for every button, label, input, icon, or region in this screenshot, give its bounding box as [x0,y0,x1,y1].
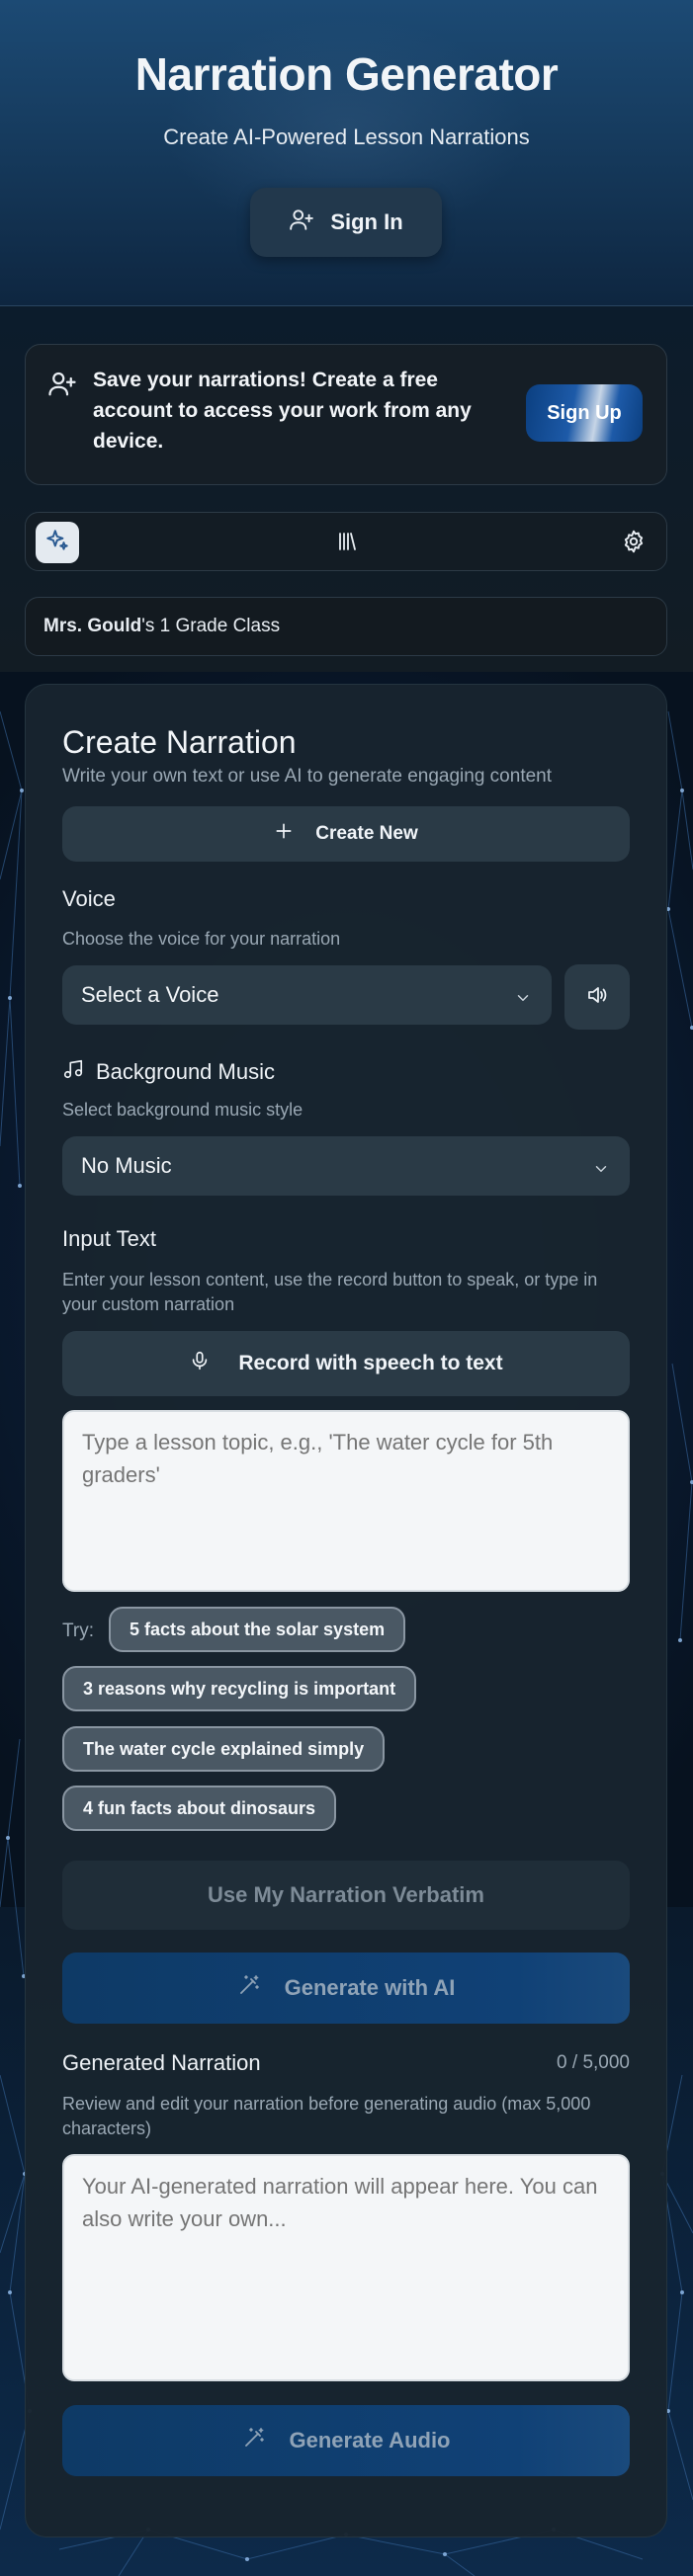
plus-icon [274,821,294,847]
generated-narration-input[interactable] [62,2154,630,2381]
try-label: Try: [62,1620,95,1641]
save-narrations-banner: Save your narrations! Create a free acco… [25,344,667,485]
preview-voice-button[interactable] [564,964,630,1030]
suggestion-chip[interactable]: The water cycle explained simply [62,1726,386,1772]
header-background [0,0,693,306]
magic-wand-icon [242,2426,266,2455]
chevron-down-icon [514,987,532,1013]
use-verbatim-button[interactable]: Use My Narration Verbatim [62,1861,630,1930]
generated-description: Review and edit your narration before ge… [62,2094,591,2138]
card-description: Write your own text or use AI to generat… [62,766,553,787]
sign-in-button[interactable]: Sign In [250,188,442,257]
microphone-icon [189,1350,211,1377]
suggestion-chip[interactable]: 4 fun facts about dinosaurs [62,1786,337,1831]
voice-label: Voice [62,886,116,911]
input-text-label: Input Text [62,1226,156,1251]
voice-description: Choose the voice for your narration [62,929,341,949]
create-new-button[interactable]: Create New [62,806,630,862]
input-text-description: Enter your lesson content, use the recor… [62,1270,598,1314]
sign-up-button[interactable]: Sign Up [526,384,643,442]
suggestion-chip[interactable]: 3 reasons why recycling is important [62,1666,417,1711]
music-select-value: No Music [81,1153,172,1178]
add-user-icon [289,207,314,238]
gear-icon [621,530,647,558]
banner-message: Save your narrations! Create a free acco… [93,365,498,457]
class-name: 's 1 Grade Class [141,616,281,636]
music-description: Select background music style [62,1100,303,1120]
magic-wand-icon [237,1973,261,2003]
character-count: 0 / 5,000 [557,2052,630,2073]
card-title: Create Narration [62,724,297,760]
chevron-down-icon [592,1158,610,1184]
voice-select[interactable]: Select a Voice [62,965,552,1025]
page: Narration Generator Create AI-Powered Le… [0,0,693,2576]
create-mode-button[interactable] [36,522,79,563]
sparkle-icon [44,528,70,558]
speaker-icon [585,983,609,1012]
add-user-icon [47,369,77,403]
lesson-topic-input[interactable] [62,1410,630,1592]
teacher-name: Mrs. Gould [43,616,142,636]
generate-ai-label: Generate with AI [284,1975,456,2000]
sign-in-label: Sign In [330,209,403,234]
generate-audio-button[interactable]: Generate Audio [62,2405,630,2476]
music-note-icon [62,1058,84,1086]
suggestion-chip[interactable]: 5 facts about the solar system [109,1607,406,1652]
music-select[interactable]: No Music [62,1136,630,1196]
generate-audio-label: Generate Audio [289,2428,451,2452]
mode-toolbar [25,512,667,571]
create-new-label: Create New [315,823,418,844]
generated-narration-label: Generated Narration [62,2050,261,2075]
create-narration-card: Create Narration Write your own text or … [25,684,667,2537]
settings-button[interactable] [621,529,647,559]
voice-select-value: Select a Voice [81,982,219,1007]
background-music-label: Background Music [96,1059,275,1084]
page-title: Narration Generator [134,48,559,100]
page-subtitle: Create AI-Powered Lesson Narrations [163,125,530,149]
banner-strong: Save your narrations! [93,369,306,391]
generate-ai-button[interactable]: Generate with AI [62,1953,630,2024]
library-button[interactable] [335,530,359,558]
library-icon [335,533,359,557]
class-selector[interactable]: Mrs. Gould's 1 Grade Class [25,597,667,656]
record-label: Record with speech to text [238,1352,503,1374]
background-music-heading: Background Music [62,1058,275,1086]
record-speech-button[interactable]: Record with speech to text [62,1331,630,1396]
